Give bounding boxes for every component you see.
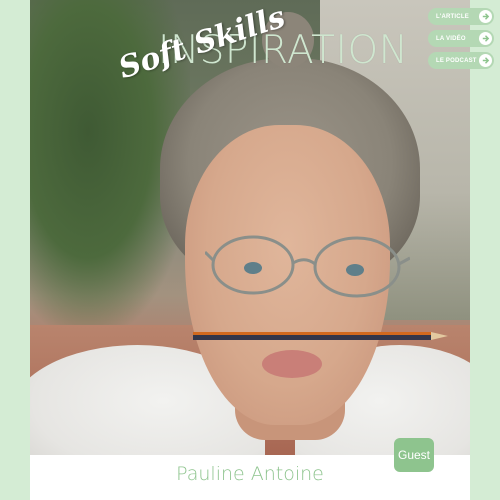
arrow-right-icon bbox=[479, 54, 492, 67]
article-button-label: L'ARTICLE bbox=[436, 13, 469, 20]
side-nav: L'ARTICLE LA VIDÉO LE PODCAST bbox=[428, 8, 494, 69]
article-button[interactable]: L'ARTICLE bbox=[428, 8, 494, 25]
lips bbox=[262, 350, 322, 378]
arrow-right-icon bbox=[479, 32, 492, 45]
guest-badge: Guest bbox=[394, 438, 434, 472]
video-button[interactable]: LA VIDÉO bbox=[428, 30, 494, 47]
video-button-label: LA VIDÉO bbox=[436, 35, 466, 42]
guest-card: INSPIRATION Soft Skills L'ARTICLE LA VID… bbox=[0, 0, 500, 500]
arrow-right-icon bbox=[479, 10, 492, 23]
pencil-icon bbox=[193, 332, 448, 340]
glasses-icon bbox=[205, 235, 410, 298]
podcast-button-label: LE PODCAST bbox=[436, 57, 477, 64]
podcast-button[interactable]: LE PODCAST bbox=[428, 52, 494, 69]
guest-badge-label: Guest bbox=[397, 448, 430, 462]
